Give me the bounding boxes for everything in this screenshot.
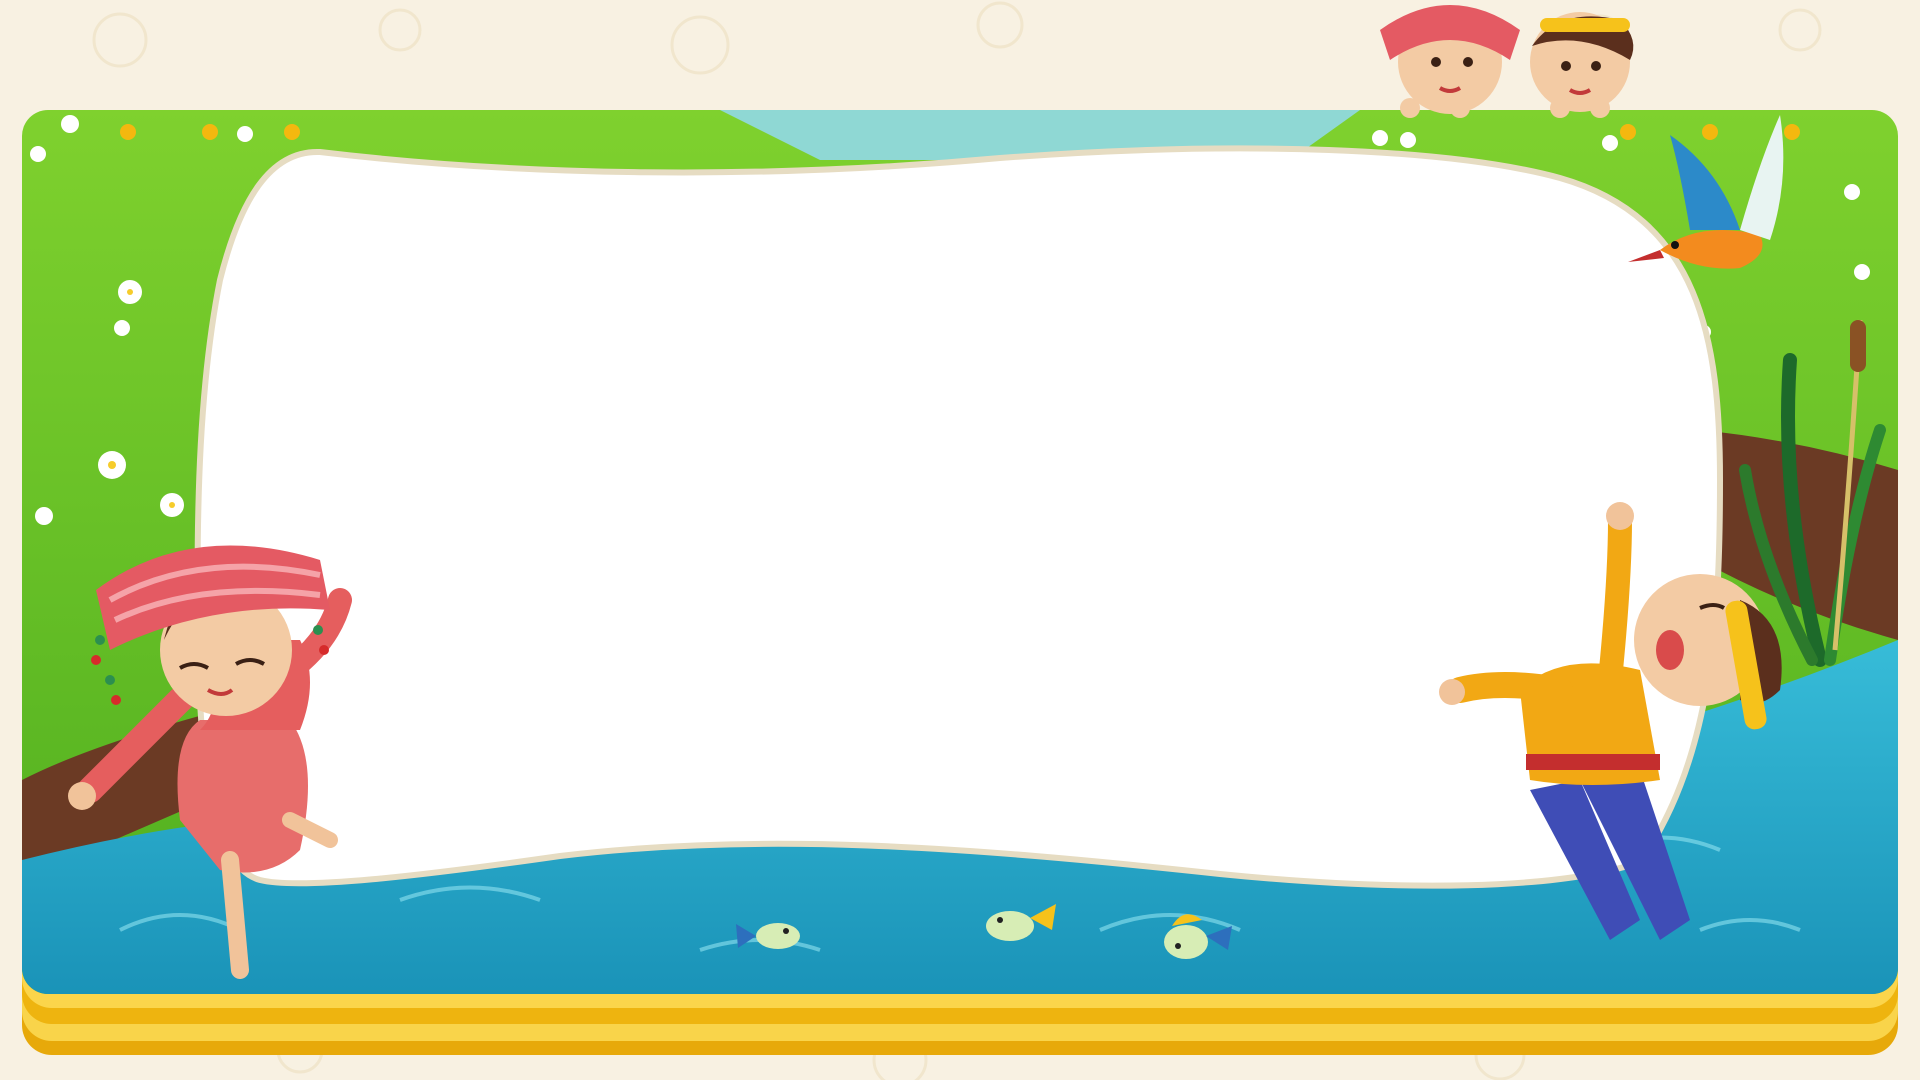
- slide-background: [0, 0, 1920, 1080]
- content-canvas: [194, 145, 1724, 889]
- illustrated-frame: [0, 0, 1920, 1080]
